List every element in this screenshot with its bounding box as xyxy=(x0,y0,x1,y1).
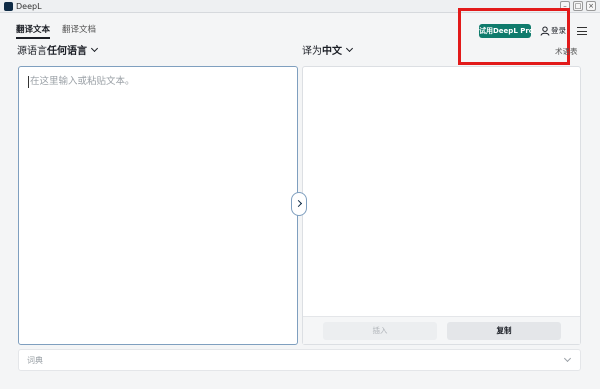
glossary-button[interactable]: 术语表 xyxy=(555,47,578,57)
dictionary-label: 词典 xyxy=(27,356,43,365)
source-language-value: 任何语言 xyxy=(47,46,87,57)
target-language-selector[interactable]: 译为中文 xyxy=(302,44,354,59)
chevron-right-icon xyxy=(294,199,303,208)
source-placeholder: 在这里输入或粘贴文本。 xyxy=(30,76,135,87)
source-language-label: 源语言 xyxy=(17,46,47,57)
login-link[interactable]: 登录 xyxy=(551,26,566,36)
insert-button[interactable]: 插入 xyxy=(323,322,437,340)
dictionary-panel[interactable]: 词典 xyxy=(18,349,581,371)
window-titlebar: DeepL – □ × xyxy=(0,0,600,13)
target-panel-footer: 插入 复制 xyxy=(303,316,580,344)
tab-translate-text[interactable]: 翻译文本 xyxy=(16,24,51,39)
target-text-area: 插入 复制 xyxy=(302,66,581,345)
chevron-down-icon xyxy=(90,44,99,53)
tab-translate-documents[interactable]: 翻译文档 xyxy=(62,24,96,36)
minimize-button[interactable]: – xyxy=(560,1,570,11)
hamburger-menu-icon[interactable] xyxy=(577,27,587,35)
maximize-button[interactable]: □ xyxy=(573,1,583,11)
chevron-down-icon xyxy=(345,44,354,53)
target-language-label: 译为 xyxy=(302,46,322,57)
try-deepl-pro-button[interactable]: 试用DeepL Pro xyxy=(479,24,534,38)
close-button[interactable]: × xyxy=(586,1,596,11)
copy-button[interactable]: 复制 xyxy=(447,322,561,340)
source-language-selector[interactable]: 源语言任何语言 xyxy=(17,44,99,59)
target-language-value: 中文 xyxy=(322,46,342,57)
deepl-logo-icon xyxy=(4,2,13,11)
swap-languages-button[interactable] xyxy=(291,192,307,216)
window-title: DeepL xyxy=(16,2,42,11)
text-cursor xyxy=(28,76,29,88)
user-icon[interactable] xyxy=(540,26,550,36)
source-text-area[interactable]: 在这里输入或粘贴文本。 xyxy=(18,66,298,345)
chevron-down-icon xyxy=(563,354,572,363)
